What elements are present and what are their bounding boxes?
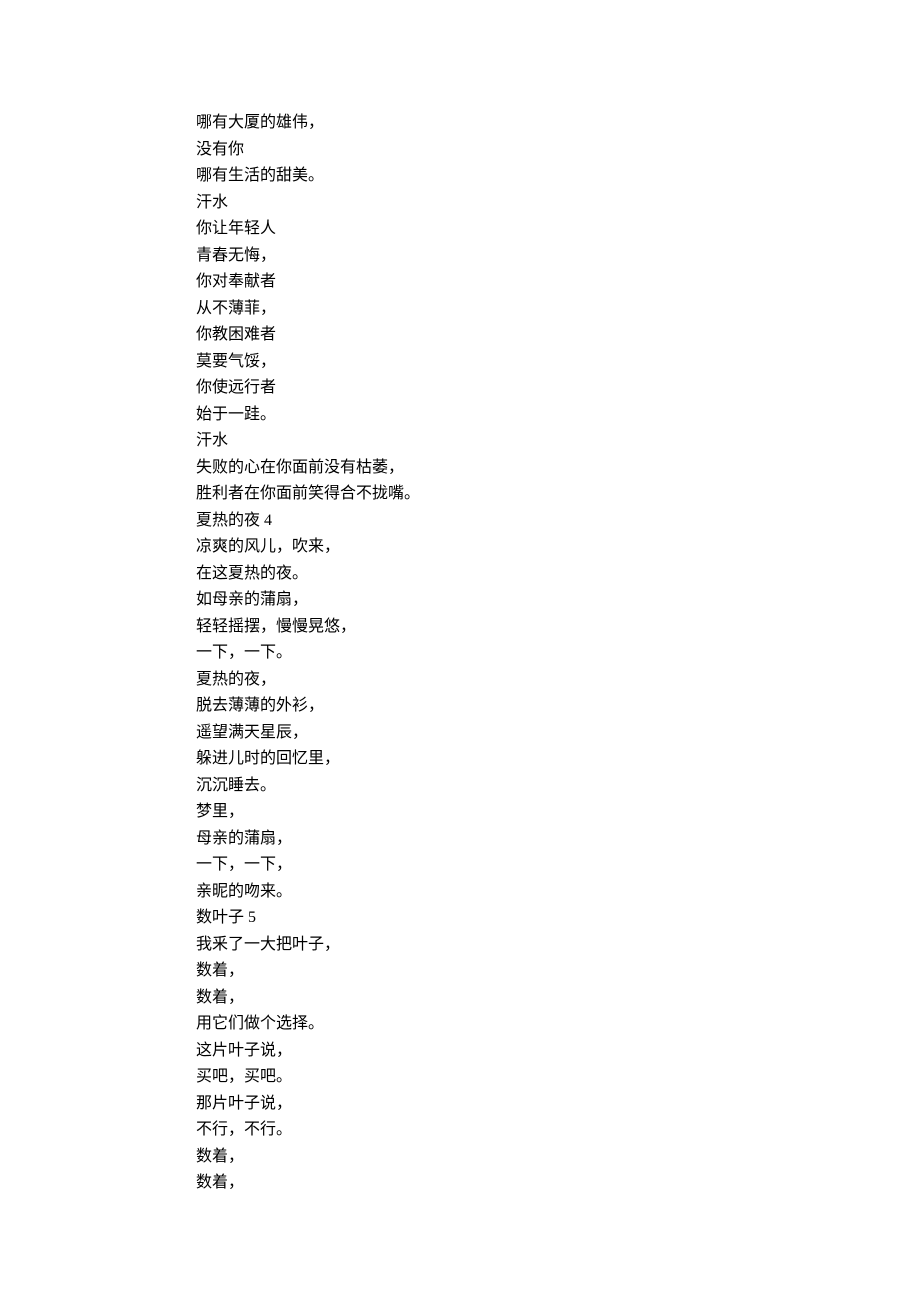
- text-line: 汗水: [196, 190, 920, 217]
- text-line: 这片叶子说，: [196, 1038, 920, 1065]
- text-line: 在这夏热的夜。: [196, 561, 920, 588]
- text-line: 始于一跬。: [196, 402, 920, 429]
- text-line: 夏热的夜，: [196, 667, 920, 694]
- text-line: 躲进儿时的回忆里，: [196, 746, 920, 773]
- text-line: 你对奉献者: [196, 269, 920, 296]
- text-line: 遥望满天星辰，: [196, 720, 920, 747]
- text-line: 如母亲的蒲扇，: [196, 587, 920, 614]
- text-line: 不行，不行。: [196, 1117, 920, 1144]
- text-line: 用它们做个选择。: [196, 1011, 920, 1038]
- text-line: 一下，一下。: [196, 640, 920, 667]
- text-line: 胜利者在你面前笑得合不拢嘴。: [196, 481, 920, 508]
- text-line: 数叶子 5: [196, 905, 920, 932]
- text-line: 你使远行者: [196, 375, 920, 402]
- text-line: 你教困难者: [196, 322, 920, 349]
- text-line: 数着，: [196, 958, 920, 985]
- text-line: 数着，: [196, 1170, 920, 1197]
- text-line: 脱去薄薄的外衫，: [196, 693, 920, 720]
- text-line: 哪有生活的甜美。: [196, 163, 920, 190]
- text-line: 青春无悔，: [196, 243, 920, 270]
- text-line: 凉爽的风儿，吹来，: [196, 534, 920, 561]
- text-line: 莫要气馁，: [196, 349, 920, 376]
- text-line: 那片叶子说，: [196, 1091, 920, 1118]
- text-line: 母亲的蒲扇，: [196, 826, 920, 853]
- text-line: 你让年轻人: [196, 216, 920, 243]
- text-line: 汗水: [196, 428, 920, 455]
- text-line: 沉沉睡去。: [196, 773, 920, 800]
- text-line: 买吧，买吧。: [196, 1064, 920, 1091]
- document-page: 哪有大厦的雄伟， 没有你 哪有生活的甜美。 汗水 你让年轻人 青春无悔， 你对奉…: [0, 0, 920, 1197]
- text-line: 夏热的夜 4: [196, 508, 920, 535]
- text-line: 轻轻摇摆，慢慢晃悠，: [196, 614, 920, 641]
- text-line: 从不薄菲，: [196, 296, 920, 323]
- text-line: 数着，: [196, 1144, 920, 1171]
- text-line: 没有你: [196, 137, 920, 164]
- text-line: 哪有大厦的雄伟，: [196, 110, 920, 137]
- text-line: 数着，: [196, 985, 920, 1012]
- text-line: 一下，一下，: [196, 852, 920, 879]
- text-line: 亲昵的吻来。: [196, 879, 920, 906]
- text-line: 我釆了一大把叶子，: [196, 932, 920, 959]
- text-line: 失败的心在你面前没有枯萎，: [196, 455, 920, 482]
- text-line: 梦里，: [196, 799, 920, 826]
